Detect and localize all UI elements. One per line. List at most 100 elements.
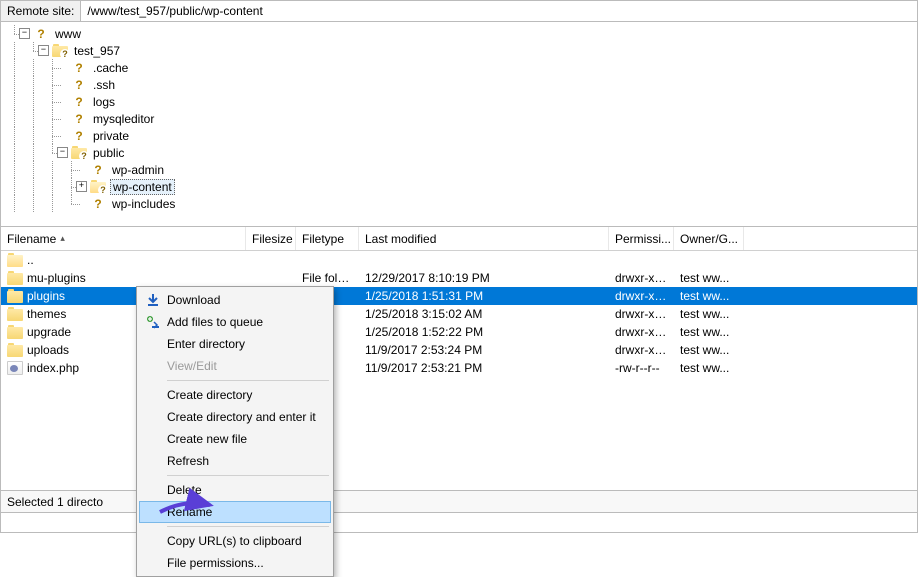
file-name: upgrade	[27, 325, 71, 339]
unknown-folder-icon: ?	[90, 163, 106, 176]
menu-item-download[interactable]: Download	[139, 289, 331, 311]
file-name: ..	[27, 253, 34, 267]
tree-item-label: private	[91, 129, 131, 143]
folder-open-icon	[7, 253, 23, 267]
file-name: mu-plugins	[27, 271, 86, 285]
menu-item-label: Enter directory	[167, 337, 245, 351]
tree-item-wp-includes[interactable]: ?wp-includes	[1, 195, 917, 212]
col-filetype[interactable]: Filetype	[296, 227, 359, 250]
menu-item-delete[interactable]: Delete	[139, 479, 331, 501]
file-name: index.php	[27, 361, 79, 375]
menu-item-refresh[interactable]: Refresh	[139, 450, 331, 472]
file-name: themes	[27, 307, 66, 321]
menu-item-create-new-file[interactable]: Create new file	[139, 428, 331, 450]
remote-site-path[interactable]: /www/test_957/public/wp-content	[81, 2, 917, 20]
tree-item--ssh[interactable]: ? .ssh	[1, 76, 917, 93]
tree-item-www[interactable]: −? www	[1, 25, 917, 42]
file-owner: test ww...	[674, 324, 744, 340]
tree-item-label: logs	[91, 95, 117, 109]
menu-item-file-permissions[interactable]: File permissions...	[139, 552, 331, 574]
file-permissions: drwxr-xr-x	[609, 288, 674, 304]
tree-item-label: .ssh	[91, 78, 117, 92]
file-permissions: -rw-r--r--	[609, 360, 674, 376]
file-permissions	[609, 259, 674, 261]
unknown-folder-icon: ?	[71, 129, 87, 142]
menu-item-label: Refresh	[167, 454, 209, 468]
menu-item-label: View/Edit	[167, 359, 217, 373]
download-icon	[145, 292, 161, 308]
expand-toggle-icon[interactable]: −	[19, 28, 30, 39]
tree-item-logs[interactable]: ?logs	[1, 93, 917, 110]
tree-item-wp-content[interactable]: +?wp-content	[1, 178, 917, 195]
tree-item-label: wp-includes	[110, 197, 177, 211]
file-row-mu-plugins[interactable]: mu-plugins File folder12/29/2017 8:10:19 …	[1, 269, 917, 287]
menu-item-label: Copy URL(s) to clipboard	[167, 534, 302, 548]
tree-item--cache[interactable]: ?.cache	[1, 59, 917, 76]
tree-item-public[interactable]: −?public	[1, 144, 917, 161]
menu-item-view-edit: View/Edit	[139, 355, 331, 377]
tree-item-label: .cache	[91, 61, 130, 75]
folder-icon	[7, 343, 23, 357]
tree-item-label: www	[53, 27, 83, 41]
unknown-folder-icon: ?	[71, 112, 87, 125]
tree-item-label: wp-admin	[110, 163, 166, 177]
menu-item-label: Create new file	[167, 432, 247, 446]
menu-item-add-files-to-queue[interactable]: Add files to queue	[139, 311, 331, 333]
folder-icon	[7, 289, 23, 303]
menu-item-label: Download	[167, 293, 220, 307]
file-owner: test ww...	[674, 270, 744, 286]
menu-item-label: Rename	[167, 505, 212, 519]
folder-icon	[7, 271, 23, 285]
menu-item-rename[interactable]: Rename	[139, 501, 331, 523]
tree-item-wp-admin[interactable]: ? wp-admin	[1, 161, 917, 178]
tree-item-private[interactable]: ? private	[1, 127, 917, 144]
expand-toggle-icon[interactable]: +	[76, 181, 87, 192]
expand-toggle-icon[interactable]: −	[38, 45, 49, 56]
unknown-folder-icon: ?	[33, 27, 49, 40]
file-type: File folder	[296, 270, 359, 286]
expand-toggle-icon[interactable]: −	[57, 147, 68, 158]
tree-item-label: mysqleditor	[91, 112, 156, 126]
tree-item-mysqleditor[interactable]: ? mysqleditor	[1, 110, 917, 127]
menu-item-label: File permissions...	[167, 556, 264, 570]
menu-item-enter-directory[interactable]: Enter directory	[139, 333, 331, 355]
col-filename[interactable]: Filename▴	[1, 227, 246, 250]
file-type	[296, 259, 359, 261]
folder-icon: ?	[52, 44, 68, 57]
file-permissions: drwxr-xr-x	[609, 342, 674, 358]
menu-item-copy-url-s-to-clipboard[interactable]: Copy URL(s) to clipboard	[139, 530, 331, 552]
sort-asc-icon: ▴	[60, 233, 65, 244]
menu-item-label: Create directory and enter it	[167, 410, 316, 424]
tree-item-test_957[interactable]: −?test_957	[1, 42, 917, 59]
file-size	[246, 277, 296, 279]
unknown-folder-icon: ?	[71, 78, 87, 91]
menu-item-create-directory-and-enter-it[interactable]: Create directory and enter it	[139, 406, 331, 428]
col-owner-group[interactable]: Owner/G...	[674, 227, 744, 250]
menu-item-label: Create directory	[167, 388, 252, 402]
file-modified: 1/25/2018 1:51:31 PM	[359, 288, 609, 304]
file-modified	[359, 259, 609, 261]
file-modified: 12/29/2017 8:10:19 PM	[359, 270, 609, 286]
file-size	[246, 259, 296, 261]
file-permissions: drwxr-xr-x	[609, 270, 674, 286]
file-name: plugins	[27, 289, 65, 303]
remote-site-row: Remote site: /www/test_957/public/wp-con…	[0, 0, 918, 22]
file-list-header: Filename▴ Filesize Filetype Last modifie…	[1, 227, 917, 251]
file-permissions: drwxr-xr-x	[609, 324, 674, 340]
col-permissions[interactable]: Permissi...	[609, 227, 674, 250]
file-modified: 11/9/2017 2:53:24 PM	[359, 342, 609, 358]
folder-icon: ?	[71, 146, 87, 159]
remote-tree[interactable]: −?www−?test_957?.cache?.ssh?logs?mysqled…	[0, 22, 918, 227]
file-owner: test ww...	[674, 342, 744, 358]
folder-icon: ?	[90, 180, 106, 193]
file-owner	[674, 259, 744, 261]
file-modified: 1/25/2018 3:15:02 AM	[359, 306, 609, 322]
add-to-queue-icon	[145, 314, 161, 330]
file-modified: 11/9/2017 2:53:21 PM	[359, 360, 609, 376]
col-filesize[interactable]: Filesize	[246, 227, 296, 250]
menu-item-create-directory[interactable]: Create directory	[139, 384, 331, 406]
file-name: uploads	[27, 343, 69, 357]
context-menu: Download Add files to queue Enter director…	[136, 286, 334, 577]
col-last-modified[interactable]: Last modified	[359, 227, 609, 250]
file-row-parent[interactable]: ..	[1, 251, 917, 269]
